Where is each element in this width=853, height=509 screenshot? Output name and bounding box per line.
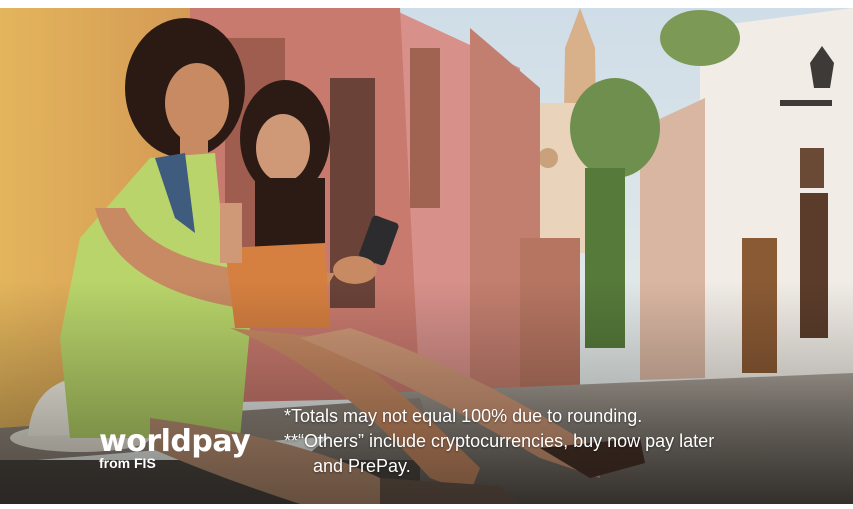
footnotes: *Totals may not equal 100% due to roundi… xyxy=(284,404,804,479)
footnote-others-continued: and PrePay. xyxy=(313,456,411,476)
worldpay-logo: worldpay from FIS xyxy=(99,424,251,471)
logo-wordmark: worldpay xyxy=(99,424,251,459)
footnote-others: **“Others” include cryptocurrencies, buy… xyxy=(284,431,715,451)
footnote-rounding: *Totals may not equal 100% due to roundi… xyxy=(284,406,643,426)
slide-frame: worldpay from FIS *Totals may not equal … xyxy=(0,0,853,509)
